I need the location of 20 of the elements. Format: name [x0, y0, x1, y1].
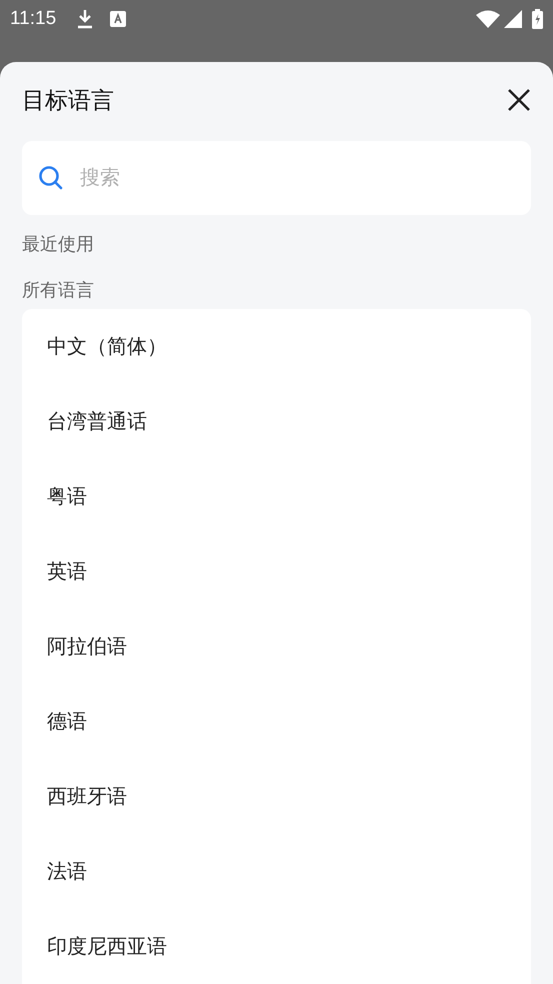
section-label: 最近使用 [22, 234, 94, 254]
language-item[interactable]: 英语 [47, 556, 87, 586]
language-item[interactable]: 印度尼西亚语 [47, 932, 167, 962]
download-icon [76, 9, 94, 29]
battery-icon [532, 9, 543, 29]
search-icon [38, 165, 64, 191]
language-item[interactable]: 台湾普通话 [47, 406, 147, 436]
section-label: 所有语言 [22, 280, 94, 300]
signal-icon [504, 10, 522, 28]
language-item[interactable]: 阿拉伯语 [47, 632, 127, 662]
language-item[interactable]: 粤语 [47, 482, 87, 512]
language-item[interactable]: 中文（简体） [47, 332, 167, 362]
language-item[interactable]: 德语 [47, 706, 87, 736]
search-field[interactable]: 搜索 [22, 141, 531, 215]
sheet-title: 目标语言 [22, 86, 114, 115]
language-item[interactable]: 西班牙语 [47, 782, 127, 812]
language-item[interactable]: 法语 [47, 856, 87, 886]
status-time: 11:15 [10, 6, 56, 31]
wifi-icon [476, 10, 500, 28]
app-icon [110, 11, 126, 27]
